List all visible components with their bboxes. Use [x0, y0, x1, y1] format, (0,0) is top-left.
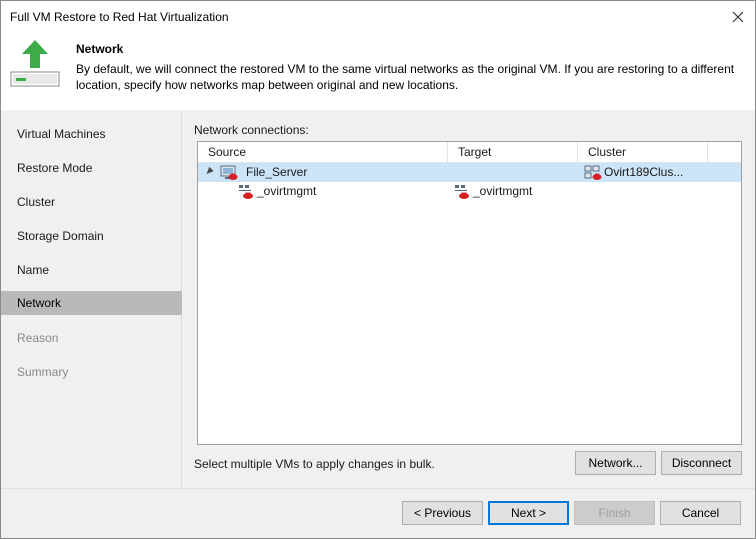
- column-header-target[interactable]: Target: [448, 142, 578, 163]
- expand-arrow-icon[interactable]: [204, 166, 214, 177]
- restore-upload-icon: [10, 40, 60, 87]
- step-reason: Reason: [17, 331, 59, 345]
- step-network[interactable]: Network: [1, 291, 182, 315]
- restore-wizard-window: Full VM Restore to Red Hat Virtualizatio…: [0, 0, 756, 539]
- disconnect-button[interactable]: Disconnect: [661, 451, 742, 475]
- column-header-source[interactable]: Source: [198, 142, 448, 163]
- grid-header: Source Target Cluster: [198, 142, 741, 163]
- row-source: File_Server: [246, 165, 308, 179]
- step-name[interactable]: Name: [1, 258, 182, 282]
- window-title: Full VM Restore to Red Hat Virtualizatio…: [10, 10, 229, 24]
- wizard-steps-sidebar: Virtual Machines Restore Mode Cluster St…: [1, 110, 182, 488]
- finish-button: Finish: [574, 501, 655, 525]
- step-title: Network: [76, 42, 124, 56]
- previous-button[interactable]: < Previous: [402, 501, 483, 525]
- network-icon: [455, 184, 469, 199]
- step-virtual-machines[interactable]: Virtual Machines: [1, 122, 182, 146]
- network-content-panel: Network connections: Source Target Clust…: [182, 110, 755, 488]
- next-button[interactable]: Next >: [488, 501, 569, 525]
- step-restore-mode[interactable]: Restore Mode: [1, 156, 182, 180]
- close-button[interactable]: [725, 4, 751, 30]
- row-target: _ovirtmgmt: [473, 184, 533, 198]
- step-storage-domain[interactable]: Storage Domain: [1, 224, 182, 248]
- network-connections-grid[interactable]: Source Target Cluster File_Server Ovirt1…: [197, 141, 742, 445]
- step-cluster[interactable]: Cluster: [1, 190, 182, 214]
- cancel-button[interactable]: Cancel: [660, 501, 741, 525]
- network-connections-label: Network connections:: [194, 123, 309, 137]
- row-source: _ovirtmgmt: [257, 184, 317, 198]
- title-bar: Full VM Restore to Red Hat Virtualizatio…: [1, 1, 755, 33]
- wizard-footer: < Previous Next > Finish Cancel: [1, 488, 755, 538]
- vm-icon: [220, 165, 238, 180]
- cluster-icon: [584, 165, 602, 180]
- step-description: By default, we will connect the restored…: [76, 62, 735, 92]
- table-row[interactable]: File_Server Ovirt189Clus...: [198, 163, 741, 182]
- network-button[interactable]: Network...: [575, 451, 656, 475]
- close-icon: [732, 11, 744, 23]
- table-row[interactable]: _ovirtmgmt _ovirtmgmt: [198, 182, 741, 201]
- step-summary: Summary: [17, 365, 69, 379]
- network-icon: [239, 184, 253, 199]
- bulk-hint-text: Select multiple VMs to apply changes in …: [194, 457, 435, 471]
- row-cluster: Ovirt189Clus...: [604, 165, 684, 179]
- column-header-cluster[interactable]: Cluster: [578, 142, 708, 163]
- wizard-header: Network By default, we will connect the …: [1, 33, 755, 110]
